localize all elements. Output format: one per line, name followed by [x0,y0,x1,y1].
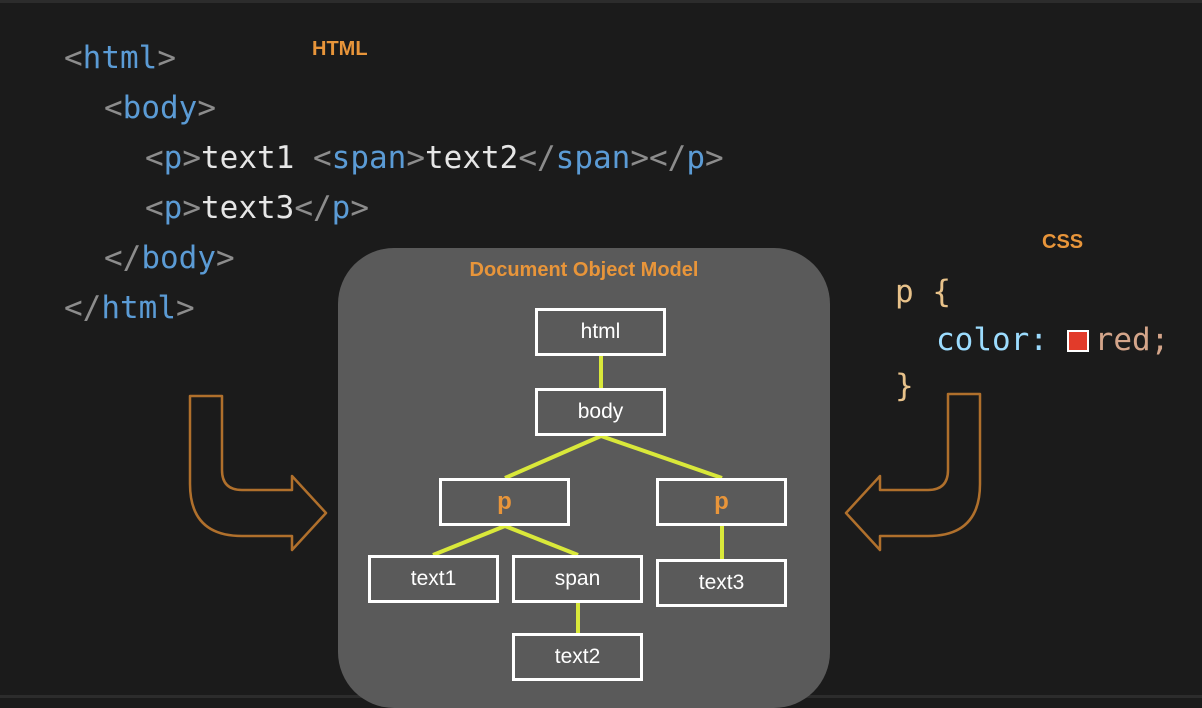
curved-arrow-right-icon [188,394,328,552]
arrows-layer [188,392,982,552]
curved-arrow-left-icon [844,392,982,552]
